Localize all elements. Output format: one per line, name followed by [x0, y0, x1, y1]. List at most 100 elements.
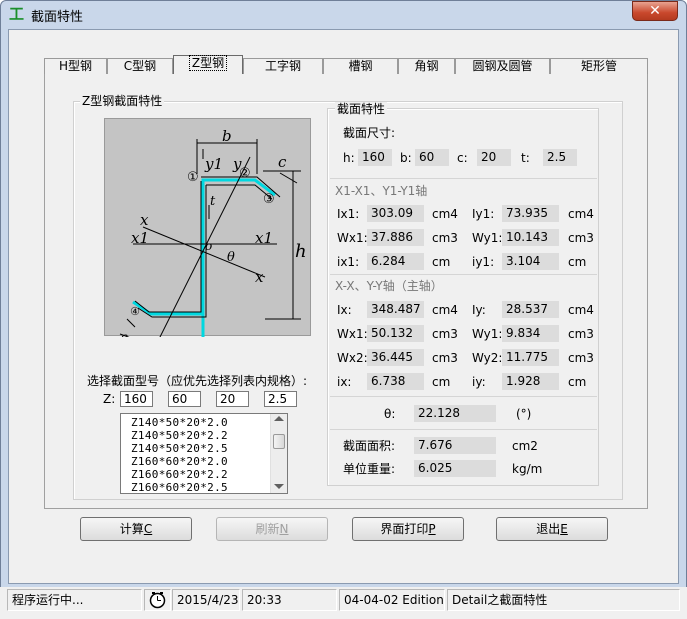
iyr-value: 1.928 [502, 373, 559, 390]
theta-unit: (°) [516, 407, 532, 421]
weight-value: 6.025 [414, 460, 496, 477]
wy1-value: 10.143 [502, 229, 559, 246]
list-item[interactable]: Z160*60*20*2.2 [131, 469, 228, 481]
ix-unit: cm4 [432, 303, 458, 317]
button-key: C [143, 522, 153, 536]
iy-label: Iy: [472, 303, 486, 317]
tab-h-steel[interactable]: H型钢 [44, 58, 107, 74]
marker-1: ① [187, 170, 199, 185]
axis-x1-label: x1 [131, 229, 149, 247]
list-item[interactable]: Z140*50*20*2.0 [131, 417, 228, 429]
dim-c-label: c: [457, 151, 468, 165]
calculate-button[interactable]: 计算C [80, 517, 192, 541]
ixr-label: ix: [337, 375, 352, 389]
tab-channel[interactable]: 槽钢 [323, 58, 398, 74]
iy1-value: 73.935 [502, 205, 559, 222]
dim-b-label: b [222, 127, 232, 145]
tab-round-pipe[interactable]: 圆钢及圆管 [455, 58, 550, 74]
area-label: 截面面积: [343, 439, 396, 453]
dim-t-label: t: [521, 151, 530, 165]
iyr-label: iy: [472, 375, 486, 389]
marker-2: ② [239, 166, 251, 181]
wx1b-value: 50.132 [367, 325, 424, 342]
list-item[interactable]: Z140*50*20*2.2 [131, 430, 228, 442]
dim-h-label: h [295, 241, 307, 262]
title-bar[interactable]: 工 截面特性 ✕ [0, 0, 687, 28]
ix1r-label: ix1: [337, 255, 360, 269]
print-button[interactable]: 界面打印P [352, 517, 464, 541]
status-time: 20:33 [242, 589, 337, 611]
dim-t-value: 2.5 [543, 149, 577, 166]
tab-rect-tube[interactable]: 矩形管 [550, 58, 648, 74]
weight-unit: kg/m [512, 462, 543, 476]
dims-title: 截面尺寸: [343, 126, 396, 140]
input-b[interactable]: 60 [168, 391, 201, 407]
list-scrollbar[interactable] [270, 414, 287, 493]
z-section-svg: b y1 y c t x x1 o θ x1 x h y y1 c ① ② ③ … [119, 127, 307, 357]
axis-x1-right-label: x1 [255, 229, 273, 247]
wy1-unit: cm3 [568, 231, 594, 245]
wx1b-unit: cm3 [432, 327, 458, 341]
wy1b-label: Wy1: [472, 327, 503, 341]
clock-svg [149, 592, 166, 609]
refresh-button[interactable]: 刷新N [216, 517, 328, 541]
scroll-down-icon[interactable] [274, 484, 284, 489]
axis1-title: X1-X1、Y1-Y1轴 [335, 184, 428, 198]
properties-title: 截面特性 [335, 102, 388, 116]
scroll-up-icon[interactable] [274, 416, 284, 421]
tab-label: 圆钢及圆管 [472, 59, 533, 73]
marker-3: ③ [263, 192, 275, 207]
app-icon: 工 [9, 5, 25, 23]
theta-label: θ: [384, 407, 396, 421]
weight-label: 单位重量: [343, 462, 396, 476]
tab-i-beam[interactable]: 工字钢 [243, 58, 323, 74]
dim-b-label: b: [400, 151, 412, 165]
input-c[interactable]: 20 [216, 391, 249, 407]
tab-z-steel[interactable]: Z型钢 [173, 55, 243, 74]
close-button[interactable]: ✕ [632, 1, 678, 21]
scroll-thumb[interactable] [273, 434, 285, 449]
list-item[interactable]: Z160*60*20*2.5 [131, 482, 228, 494]
tab-angle[interactable]: 角钢 [398, 58, 455, 74]
ix1r-unit: cm [432, 255, 451, 269]
origin-label: o [205, 239, 212, 253]
dim-c-small-label: c [121, 330, 128, 337]
input-t[interactable]: 2.5 [264, 391, 297, 407]
area-value: 7.676 [414, 437, 496, 454]
wx1b-label: Wx1: [337, 327, 368, 341]
dim-c-value: 20 [477, 149, 511, 166]
wx2-value: 36.445 [367, 349, 424, 366]
ix1-label: Ix1: [337, 207, 360, 221]
wx1-label: Wx1: [337, 231, 368, 245]
tab-label: 槽钢 [348, 59, 373, 73]
ix1r-value: 6.284 [367, 253, 424, 270]
exit-button[interactable]: 退出E [496, 517, 608, 541]
tab-label: H型钢 [58, 59, 93, 73]
tab-label: 工字钢 [264, 59, 301, 73]
divider [330, 274, 597, 275]
divider [330, 396, 597, 397]
left-group-title: Z型钢截面特性 [80, 94, 165, 108]
tab-c-steel[interactable]: C型钢 [107, 58, 173, 74]
dim-b-value: 60 [415, 149, 449, 166]
wx2-label: Wx2: [337, 351, 368, 365]
wy1b-unit: cm3 [568, 327, 594, 341]
axis-x-right-label: x [255, 268, 264, 286]
iy1r-value: 3.104 [502, 253, 559, 270]
theta-value: 22.128 [414, 405, 496, 422]
status-message: 程序运行中... [7, 589, 142, 611]
wx1-value: 37.886 [367, 229, 424, 246]
axis-y1-label: y1 [204, 155, 223, 173]
z-label: Z: [103, 392, 116, 406]
dim-h-label: h: [343, 151, 355, 165]
theta-label: θ [227, 250, 235, 265]
wx2-unit: cm3 [432, 351, 458, 365]
list-item[interactable]: Z140*50*20*2.5 [131, 443, 228, 455]
button-label: 计算 [119, 522, 144, 536]
input-h[interactable]: 160 [120, 391, 153, 407]
status-edition: 04-04-02 Edition [339, 589, 445, 611]
dim-c-label: c [278, 153, 287, 171]
wx1-unit: cm3 [432, 231, 458, 245]
clock-icon [144, 589, 171, 611]
list-item[interactable]: Z160*60*20*2.0 [131, 456, 228, 468]
